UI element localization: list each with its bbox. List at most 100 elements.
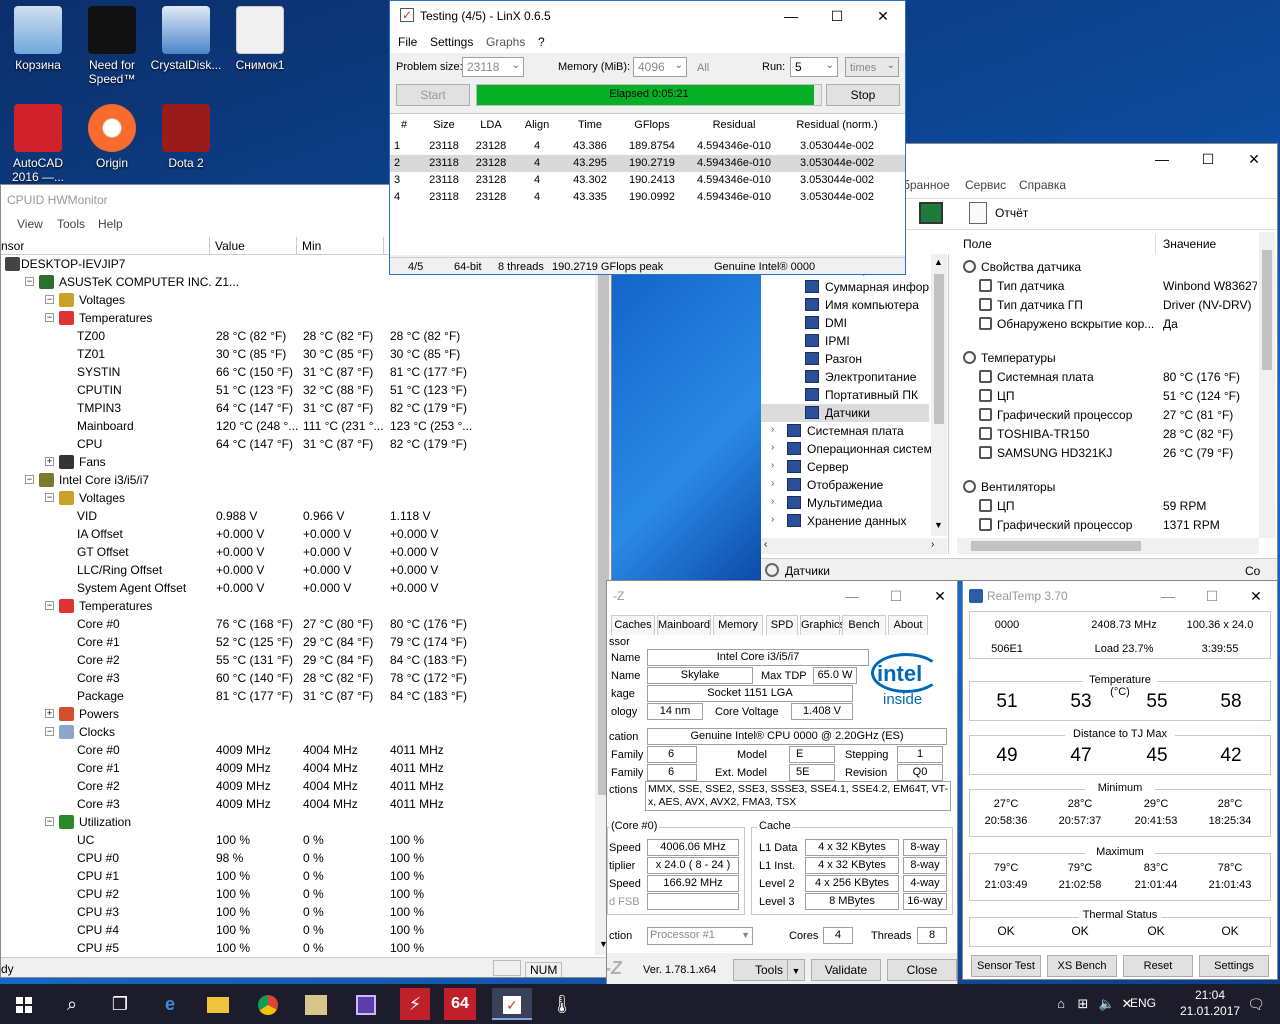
tree-expander-icon[interactable]: −: [25, 475, 34, 484]
sensor-row[interactable]: − Intel Core i3/i5/i7: [1, 471, 595, 489]
action-center-icon[interactable]: 🗨: [1236, 988, 1276, 1020]
memory-input[interactable]: 4096 ⌄: [633, 57, 687, 77]
sensor-row[interactable]: − Temperatures: [1, 597, 595, 615]
tree-item[interactable]: › Отображение: [761, 476, 929, 494]
sensor-row[interactable]: Core #1 52 °C (125 °F) 29 °C (84 °F) 79 °C …: [1, 633, 595, 651]
sensor-row[interactable]: CPU #0 98 % 0 % 100 %: [1, 849, 595, 867]
network-icon[interactable]: ⊞: [1072, 988, 1094, 1020]
sensor-row[interactable]: VID 0.988 V 0.966 V 1.118 V: [1, 507, 595, 525]
list-scrollbar[interactable]: [1259, 232, 1275, 538]
tree-item[interactable]: › Операционная систем: [761, 440, 932, 458]
tree-item[interactable]: › Системная плата: [761, 422, 929, 440]
sensor-row[interactable]: − Clocks: [1, 723, 595, 741]
list-item[interactable]: Обнаружено вскрытие кор... Да: [957, 315, 1257, 333]
table-column-header[interactable]: LDA: [468, 119, 514, 131]
tree-expander-icon[interactable]: +: [45, 457, 54, 466]
list-group-header[interactable]: Температуры: [957, 349, 1257, 367]
list-group-header[interactable]: Свойства датчика: [957, 258, 1257, 276]
sensor-row[interactable]: − ASUSTeK COMPUTER INC. Z1...: [1, 273, 595, 291]
desktop-icon-need-for-speed[interactable]: Need for Speed™: [74, 6, 150, 86]
sensor-test-button[interactable]: Sensor Test: [971, 955, 1041, 977]
col-value[interactable]: Value: [215, 239, 245, 253]
table-row[interactable]: 3 23118 23128 4 43.302 190.2413 4.594346e-010 3…: [390, 172, 905, 189]
tab-about[interactable]: About: [888, 615, 928, 635]
list-item[interactable]: Тип датчика Winbond W83627: [957, 277, 1257, 295]
menu-settings[interactable]: Settings: [430, 35, 473, 49]
maximize-button[interactable]: ☐: [1189, 581, 1235, 611]
tree-expander-icon[interactable]: −: [45, 601, 54, 610]
minimize-button[interactable]: —: [1145, 581, 1191, 611]
tree-item[interactable]: Суммарная инфор: [761, 278, 929, 296]
tab-caches[interactable]: Caches: [611, 615, 655, 635]
list-item[interactable]: Системная плата 80 °C (176 °F): [957, 368, 1257, 386]
hwmonitor-task-icon[interactable]: [296, 988, 336, 1020]
tree-item[interactable]: › Сервер: [761, 458, 929, 476]
close-button[interactable]: ✕: [860, 1, 905, 31]
menu-view[interactable]: View: [17, 217, 43, 231]
sensor-row[interactable]: − Voltages: [1, 291, 595, 309]
list-item[interactable]: ЦП 59 RPM: [957, 497, 1257, 515]
sensor-row[interactable]: CPU #4 100 % 0 % 100 %: [1, 921, 595, 939]
sensor-row[interactable]: Core #0 4009 MHz 4004 MHz 4011 MHz: [1, 741, 595, 759]
table-row[interactable]: 2 23118 23128 4 43.295 190.2719 4.594346e-010 3…: [390, 155, 905, 172]
tree-item[interactable]: Датчики: [761, 404, 929, 422]
desktop-icon-autocad[interactable]: AutoCAD 2016 —...: [0, 104, 76, 184]
list-hscroll-thumb[interactable]: [971, 541, 1141, 551]
tree-item[interactable]: › Хранение данных: [761, 512, 929, 530]
tree-item[interactable]: Электропитание: [761, 368, 929, 386]
col-min[interactable]: Min: [302, 239, 321, 253]
menu-favorites[interactable]: бранное: [903, 178, 950, 192]
tree-scroll-thumb[interactable]: [934, 274, 944, 424]
tab-bench[interactable]: Bench: [842, 615, 886, 635]
sensor-row[interactable]: CPU 64 °C (147 °F) 31 °C (87 °F) 82 °C (179…: [1, 435, 595, 453]
table-row[interactable]: 4 23118 23128 4 43.335 190.0992 4.594346e-010 3…: [390, 189, 905, 206]
tree-expander-icon[interactable]: −: [45, 817, 54, 826]
menu-about[interactable]: ?: [538, 35, 545, 49]
desktop-icon-dota2[interactable]: Dota 2: [148, 104, 224, 170]
list-item[interactable]: TOSHIBA-TR150 28 °C (82 °F): [957, 425, 1257, 443]
validate-button[interactable]: Validate: [811, 959, 881, 981]
tab-graphics[interactable]: Graphics: [800, 615, 845, 635]
sensor-row[interactable]: Core #2 4009 MHz 4004 MHz 4011 MHz: [1, 777, 595, 795]
tree-expander-icon[interactable]: −: [25, 277, 34, 286]
tree-expander-icon[interactable]: −: [45, 727, 54, 736]
xs-bench-button[interactable]: XS Bench: [1047, 955, 1117, 977]
tools-dropdown-button[interactable]: ▼: [787, 959, 805, 981]
tree-scroll-right-icon[interactable]: ›: [931, 539, 934, 550]
table-column-header[interactable]: Align: [514, 119, 560, 131]
file-explorer-icon[interactable]: [198, 988, 238, 1020]
desktop-icon-recycle-bin[interactable]: Корзина: [0, 6, 76, 72]
tab-mainboard[interactable]: Mainboard: [657, 615, 711, 635]
menu-service[interactable]: Сервис: [965, 178, 1006, 192]
col-header-field[interactable]: Поле: [963, 237, 992, 251]
desktop-icon-crystaldisk[interactable]: CrystalDisk...: [148, 6, 224, 72]
sensor-row[interactable]: UC 100 % 0 % 100 %: [1, 831, 595, 849]
language-indicator[interactable]: ENG: [1130, 996, 1156, 1010]
sensor-row[interactable]: LLC/Ring Offset +0.000 V +0.000 V +0.000 V: [1, 561, 595, 579]
sensor-row[interactable]: CPU #5 100 % 0 % 100 %: [1, 939, 595, 955]
stop-button[interactable]: Stop: [826, 84, 900, 106]
table-row[interactable]: 1 23118 23128 4 43.386 189.8754 4.594346e-010 3…: [390, 138, 905, 155]
sensor-row[interactable]: SYSTIN 66 °C (150 °F) 31 °C (87 °F) 81 °C (…: [1, 363, 595, 381]
table-column-header[interactable]: Time: [560, 119, 620, 131]
col-sensor[interactable]: nsor: [1, 239, 24, 253]
start-button[interactable]: Start: [396, 84, 470, 106]
tree-item[interactable]: Портативный ПК: [761, 386, 929, 404]
tree-expander-icon[interactable]: −: [45, 295, 54, 304]
reset-button[interactable]: Reset: [1123, 955, 1193, 977]
table-column-header[interactable]: GFlops: [620, 119, 684, 131]
list-item[interactable]: Графический процессор 1371 RPM: [957, 516, 1257, 534]
all-checkbox-label[interactable]: All: [697, 62, 709, 74]
people-icon[interactable]: ⌂: [1050, 988, 1072, 1020]
volume-icon[interactable]: 🔈: [1096, 988, 1118, 1020]
desktop-icon-snapshot[interactable]: Снимок1: [222, 6, 298, 72]
clock-time[interactable]: 21:04: [1180, 988, 1240, 1002]
run-unit-select[interactable]: times ⌄: [845, 57, 899, 77]
sensor-row[interactable]: GT Offset +0.000 V +0.000 V +0.000 V: [1, 543, 595, 561]
table-column-header[interactable]: Residual (norm.): [784, 119, 890, 131]
sensor-row[interactable]: Mainboard 120 °C (248 °... 111 °C (231 °..…: [1, 417, 595, 435]
tab-memory[interactable]: Memory: [713, 615, 763, 635]
realtemp-task-icon[interactable]: 🌡: [542, 988, 582, 1020]
tree-expander-icon[interactable]: ›: [771, 424, 774, 435]
menu-help[interactable]: Справка: [1019, 178, 1066, 192]
